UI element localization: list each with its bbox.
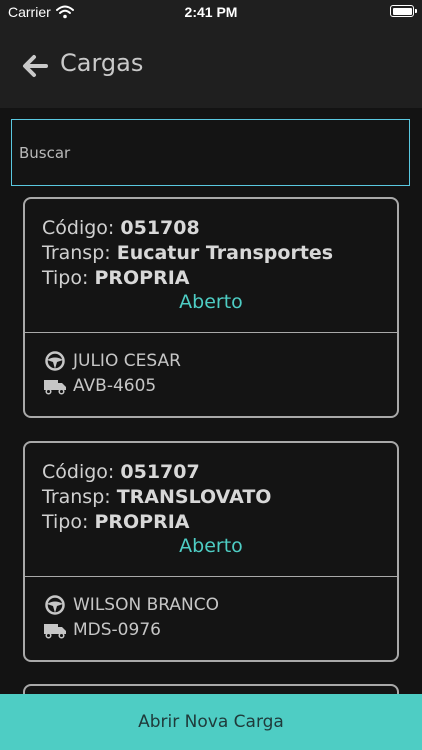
tipo-label: Tipo: xyxy=(42,511,89,533)
driver-name: WILSON BRANCO xyxy=(73,594,219,615)
transp-line: Transp: TRANSLOVATO xyxy=(42,485,397,510)
status-label: Aberto xyxy=(179,535,243,557)
tipo-line: Tipo: PROPRIA xyxy=(42,510,397,535)
new-cargo-button[interactable]: Abrir Nova Carga xyxy=(0,694,422,750)
codigo-label: Código: xyxy=(42,461,115,483)
status-bar: Carrier 2:41 PM xyxy=(0,0,422,24)
status-time: 2:41 PM xyxy=(184,4,238,20)
tipo-value: PROPRIA xyxy=(94,267,190,289)
tipo-line: Tipo: PROPRIA xyxy=(42,266,397,291)
transp-label: Transp: xyxy=(42,486,111,508)
codigo-value: 051707 xyxy=(120,461,200,483)
transp-value: TRANSLOVATO xyxy=(116,486,272,508)
cargo-card-details: Código: 051707 Transp: TRANSLOVATO Tipo:… xyxy=(25,443,397,577)
tipo-value: PROPRIA xyxy=(94,511,190,533)
truck-icon xyxy=(44,623,66,639)
codigo-value: 051708 xyxy=(120,217,200,239)
codigo-line: Código: 051708 xyxy=(42,216,397,241)
status-label: Aberto xyxy=(179,291,243,313)
page-title: Cargas xyxy=(60,49,144,77)
cargo-card-vehicle: JULIO CESAR AVB-4605 xyxy=(25,333,397,398)
back-arrow-icon[interactable] xyxy=(20,51,50,81)
vehicle-plate: AVB-4605 xyxy=(73,375,157,396)
driver-name: JULIO CESAR xyxy=(73,350,181,371)
vehicle-plate: MDS-0976 xyxy=(73,619,161,640)
driver-row: JULIO CESAR xyxy=(43,348,397,373)
codigo-label: Código: xyxy=(42,217,115,239)
cargo-card-details: Código: 051708 Transp: Eucatur Transport… xyxy=(25,199,397,333)
driver-row: WILSON BRANCO xyxy=(43,592,397,617)
cargo-card-vehicle: WILSON BRANCO MDS-0976 xyxy=(25,577,397,642)
steering-wheel-icon xyxy=(45,594,65,615)
vehicle-row: MDS-0976 xyxy=(43,617,397,642)
cargo-card[interactable]: Código: 051708 Transp: Eucatur Transport… xyxy=(23,197,399,418)
vehicle-row: AVB-4605 xyxy=(43,373,397,398)
search-input[interactable] xyxy=(11,119,410,186)
transp-line: Transp: Eucatur Transportes xyxy=(42,241,397,266)
navigation-bar: Cargas xyxy=(0,24,422,108)
cargo-card-partial[interactable] xyxy=(23,684,399,694)
truck-icon xyxy=(44,379,66,395)
transp-label: Transp: xyxy=(42,242,111,264)
transp-value: Eucatur Transportes xyxy=(116,242,334,264)
battery-icon xyxy=(390,5,417,17)
tipo-label: Tipo: xyxy=(42,267,89,289)
codigo-line: Código: 051707 xyxy=(42,460,397,485)
steering-wheel-icon xyxy=(45,350,65,371)
cargo-list[interactable]: Código: 051708 Transp: Eucatur Transport… xyxy=(0,186,422,694)
cargo-card[interactable]: Código: 051707 Transp: TRANSLOVATO Tipo:… xyxy=(23,441,399,662)
